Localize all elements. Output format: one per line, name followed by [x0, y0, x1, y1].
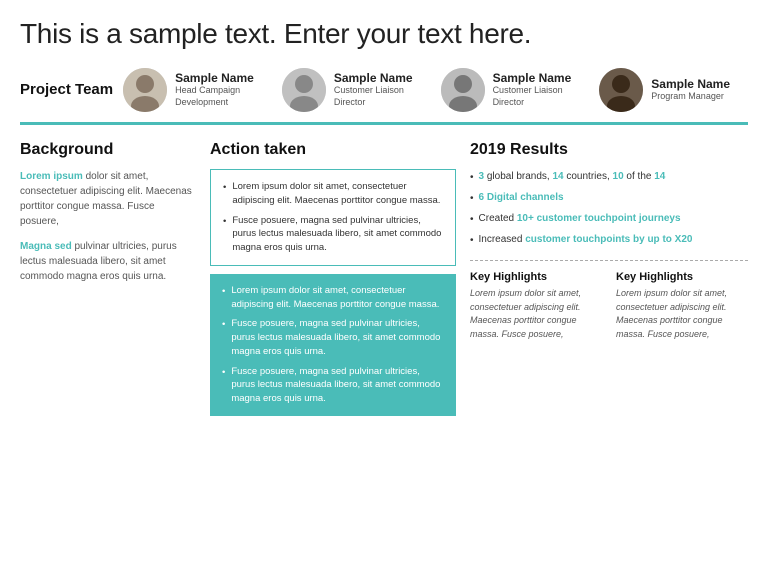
- member-info-2: Sample Name Customer Liaison Director: [334, 71, 431, 108]
- background-highlight1: Lorem ipsum: [20, 171, 83, 182]
- avatar-4: [599, 68, 643, 112]
- bullet-icon-r1: •: [470, 170, 474, 185]
- bullet-icon-1: •: [223, 181, 226, 208]
- result-teal-1a: 3: [479, 171, 485, 182]
- result-normal-3a: Created: [479, 213, 517, 224]
- member-name-1: Sample Name: [175, 71, 272, 85]
- bullet-icon-3: •: [222, 285, 225, 312]
- action-teal-item-3: • Fusce posuere, magna sed pulvinar ultr…: [222, 365, 444, 406]
- highlights-row: Key Highlights Lorem ipsum dolor sit ame…: [470, 271, 748, 341]
- result-teal-1d: 14: [654, 171, 665, 182]
- member-info-3: Sample Name Customer Liaison Director: [493, 71, 590, 108]
- member-role-4: Program Manager: [651, 91, 730, 103]
- teal-divider: [20, 122, 748, 125]
- result-teal-1c: 10: [613, 171, 624, 182]
- results-title: 2019 Results: [470, 141, 748, 159]
- bullet-icon-4: •: [222, 318, 225, 358]
- avatar-3: [441, 68, 485, 112]
- action-white-text-2: Fusce posuere, magna sed pulvinar ultric…: [232, 214, 443, 255]
- action-teal-text-3: Fusce posuere, magna sed pulvinar ultric…: [231, 365, 444, 406]
- result-teal-1b: 14: [552, 171, 563, 182]
- result-item-3: • Created 10+ customer touchpoint journe…: [470, 211, 748, 227]
- project-team-label: Project Team: [20, 81, 113, 100]
- main-title: This is a sample text. Enter your text h…: [20, 18, 748, 50]
- result-item-2: • 6 Digital channels: [470, 190, 748, 206]
- team-member-4: Sample Name Program Manager: [589, 68, 748, 112]
- team-member-1: Sample Name Head Campaign Development: [113, 68, 272, 112]
- highlight-text-2: Lorem ipsum dolor sit amet, consectetuer…: [616, 287, 748, 341]
- result-item-1: • 3 global brands, 14 countries, 10 of t…: [470, 169, 748, 185]
- background-column: Background Lorem ipsum dolor sit amet, c…: [20, 141, 210, 416]
- result-normal-1b: countries,: [566, 171, 612, 182]
- result-teal-3: 10+ customer touchpoint journeys: [517, 213, 681, 224]
- bullet-icon-5: •: [222, 366, 225, 406]
- highlight-title-1: Key Highlights: [470, 271, 602, 283]
- action-teal-text-2: Fusce posuere, magna sed pulvinar ultric…: [231, 317, 444, 358]
- avatar-1: [123, 68, 167, 112]
- result-normal-1a: global brands,: [487, 171, 553, 182]
- result-item-4: • Increased customer touchpoints by up t…: [470, 232, 748, 248]
- background-para2: Magna sed pulvinar ultricies, purus lect…: [20, 239, 194, 284]
- highlight-text-1: Lorem ipsum dolor sit amet, consectetuer…: [470, 287, 602, 341]
- result-normal-1c: of the: [626, 171, 654, 182]
- results-column: 2019 Results • 3 global brands, 14 count…: [470, 141, 748, 416]
- member-info-4: Sample Name Program Manager: [651, 77, 730, 103]
- member-name-4: Sample Name: [651, 77, 730, 91]
- action-white-item-2: • Fusce posuere, magna sed pulvinar ultr…: [223, 214, 443, 255]
- member-role-3: Customer Liaison Director: [493, 85, 590, 108]
- bullet-icon-r3: •: [470, 212, 474, 227]
- action-teal-text-1: Lorem ipsum dolor sit amet, consectetuer…: [231, 284, 444, 312]
- action-white-item-1: • Lorem ipsum dolor sit amet, consectetu…: [223, 180, 443, 208]
- team-member-2: Sample Name Customer Liaison Director: [272, 68, 431, 112]
- action-white-box: • Lorem ipsum dolor sit amet, consectetu…: [210, 169, 456, 266]
- member-role-1: Head Campaign Development: [175, 85, 272, 108]
- bullet-icon-r2: •: [470, 191, 474, 206]
- action-white-text-1: Lorem ipsum dolor sit amet, consectetuer…: [232, 180, 443, 208]
- result-normal-4a: Increased: [479, 234, 526, 245]
- team-member-3: Sample Name Customer Liaison Director: [431, 68, 590, 112]
- avatar-2: [282, 68, 326, 112]
- content-area: Background Lorem ipsum dolor sit amet, c…: [20, 141, 748, 416]
- action-column: Action taken • Lorem ipsum dolor sit ame…: [210, 141, 470, 416]
- result-text-3: Created 10+ customer touchpoint journeys: [479, 211, 681, 227]
- background-para1: Lorem ipsum dolor sit amet, consectetuer…: [20, 169, 194, 229]
- member-name-2: Sample Name: [334, 71, 431, 85]
- bullet-icon-2: •: [223, 215, 226, 255]
- highlight-col-2: Key Highlights Lorem ipsum dolor sit ame…: [616, 271, 748, 341]
- result-teal-2: 6 Digital channels: [479, 190, 564, 206]
- action-teal-item-1: • Lorem ipsum dolor sit amet, consectetu…: [222, 284, 444, 312]
- bullet-icon-r4: •: [470, 233, 474, 248]
- result-text-4: Increased customer touchpoints by up to …: [479, 232, 693, 248]
- action-title: Action taken: [210, 141, 456, 159]
- results-list: • 3 global brands, 14 countries, 10 of t…: [470, 169, 748, 248]
- highlights-divider: [470, 260, 748, 261]
- highlight-title-2: Key Highlights: [616, 271, 748, 283]
- action-teal-box: • Lorem ipsum dolor sit amet, consectetu…: [210, 274, 456, 416]
- action-teal-item-2: • Fusce posuere, magna sed pulvinar ultr…: [222, 317, 444, 358]
- result-teal-4: customer touchpoints by up to X20: [525, 234, 692, 245]
- member-name-3: Sample Name: [493, 71, 590, 85]
- member-role-2: Customer Liaison Director: [334, 85, 431, 108]
- team-members: Sample Name Head Campaign Development Sa…: [113, 68, 748, 112]
- background-title: Background: [20, 141, 194, 159]
- project-team-row: Project Team Sample Name Head Campaign D…: [20, 68, 748, 112]
- member-info-1: Sample Name Head Campaign Development: [175, 71, 272, 108]
- background-highlight2: Magna sed: [20, 241, 72, 252]
- highlight-col-1: Key Highlights Lorem ipsum dolor sit ame…: [470, 271, 602, 341]
- result-text-1: 3 global brands, 14 countries, 10 of the…: [479, 169, 666, 185]
